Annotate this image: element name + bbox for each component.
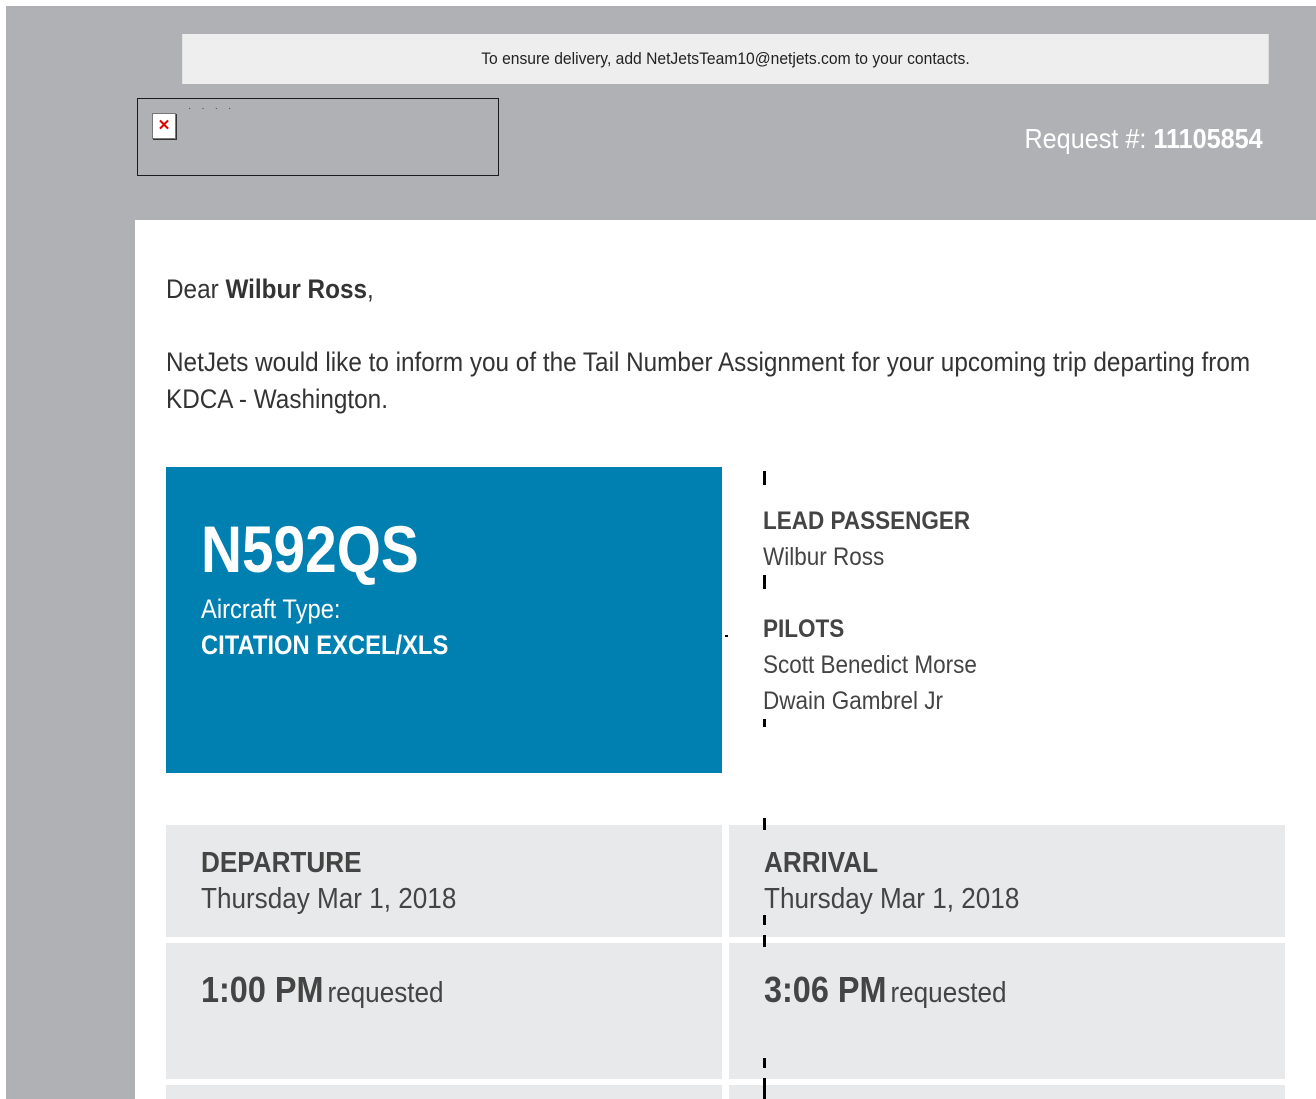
request-label: Request #: (1024, 123, 1147, 154)
arrival-time-cell: 3:06 PM requested (729, 943, 1285, 1079)
arrival-time-note: requested (890, 977, 1007, 1009)
pilots-label: PILOTS (763, 615, 845, 643)
aircraft-card: N592QS Aircraft Type: CITATION EXCEL/XLS (166, 467, 722, 773)
greeting: Dear Wilbur Ross, (166, 274, 374, 305)
divider-mark (763, 1058, 766, 1068)
departure-label: DEPARTURE (201, 847, 362, 879)
greeting-prefix: Dear (166, 274, 219, 304)
passenger-info: LEAD PASSENGER Wilbur Ross PILOTS Scott … (763, 467, 1283, 773)
arrival-time: 3:06 PM requested (764, 969, 1007, 1011)
divider-mark (763, 471, 766, 485)
divider-mark (763, 915, 766, 925)
departure-time-value: 1:00 PM (201, 969, 324, 1010)
next-row-cell (729, 1085, 1285, 1099)
pilot-name: Scott Benedict Morse (763, 651, 977, 679)
email-body: To ensure delivery, add NetJetsTeam10@ne… (135, 34, 1316, 1099)
arrival-date: Thursday Mar 1, 2018 (764, 883, 1020, 915)
divider-mark (763, 1078, 766, 1099)
lead-passenger-label: LEAD PASSENGER (763, 507, 971, 535)
broken-image-icon: ✕ (152, 113, 176, 139)
next-row-cell (166, 1085, 722, 1099)
divider-mark (763, 719, 766, 727)
divider-mark (725, 635, 728, 637)
left-margin (0, 0, 6, 1099)
lead-passenger-name: Wilbur Ross (763, 543, 885, 571)
delivery-notice: To ensure delivery, add NetJetsTeam10@ne… (182, 34, 1269, 84)
recipient-name: Wilbur Ross (225, 274, 367, 304)
departure-date-cell: DEPARTURE Thursday Mar 1, 2018 (166, 825, 722, 937)
departure-time: 1:00 PM requested (201, 969, 444, 1011)
departure-time-cell: 1:00 PM requested (166, 943, 722, 1079)
email-header: ✕ ···· Request #: 11105854 (135, 84, 1316, 220)
divider-mark (763, 935, 766, 947)
request-number-value: 11105854 (1153, 123, 1263, 154)
aircraft-type-value: CITATION EXCEL/XLS (201, 630, 449, 660)
intro-paragraph: NetJets would like to inform you of the … (166, 347, 1251, 414)
departure-date: Thursday Mar 1, 2018 (201, 883, 457, 915)
logo-alt-dots: ···· (188, 103, 242, 114)
logo-placeholder: ✕ ···· (137, 98, 499, 176)
tail-number: N592QS (201, 512, 419, 586)
top-margin (0, 0, 1316, 6)
aircraft-type-label: Aircraft Type: (201, 594, 341, 624)
greeting-suffix: , (366, 274, 374, 304)
arrival-date-cell: ARRIVAL Thursday Mar 1, 2018 (729, 825, 1285, 937)
departure-time-note: requested (327, 977, 444, 1009)
divider-mark (763, 575, 766, 589)
arrival-label: ARRIVAL (764, 847, 879, 879)
arrival-time-value: 3:06 PM (764, 969, 887, 1010)
request-number: Request #: 11105854 (1025, 121, 1263, 157)
divider-mark (763, 818, 766, 830)
pilot-name: Dwain Gambrel Jr (763, 687, 944, 715)
email-content: Dear Wilbur Ross, NetJets would like to … (135, 220, 1316, 1099)
